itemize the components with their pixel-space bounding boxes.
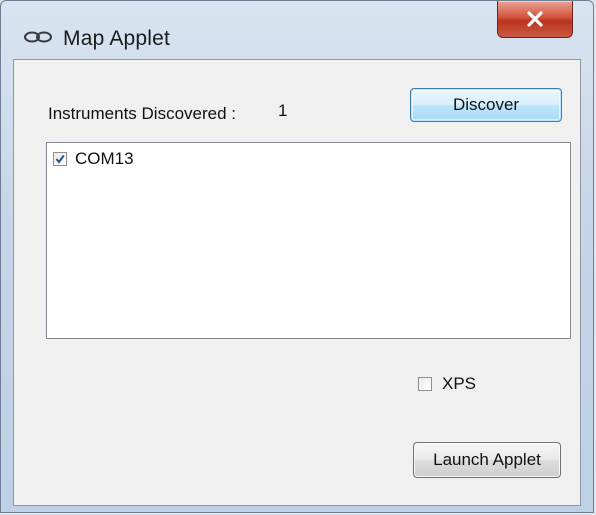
xps-option[interactable]: XPS [418, 374, 476, 394]
close-x-icon [526, 11, 544, 27]
dialog-client-area: Instruments Discovered : 1 Discover COM1… [13, 59, 581, 506]
xps-label: XPS [442, 374, 477, 393]
list-item[interactable]: COM13 [53, 149, 134, 169]
window-title: Map Applet [63, 27, 171, 50]
instrument-listbox[interactable]: COM13 [46, 142, 571, 339]
instruments-discovered-label: Instruments Discovered : [48, 104, 237, 123]
close-button[interactable] [497, 1, 573, 38]
instruments-count: 1 [278, 101, 288, 120]
checkmark-icon [55, 154, 65, 164]
link-chain-icon [23, 29, 53, 45]
discover-button[interactable]: Discover [410, 88, 562, 122]
title-bar[interactable]: Map Applet [1, 1, 593, 59]
list-item-label: COM13 [75, 149, 134, 168]
com13-checkbox[interactable] [53, 152, 67, 166]
map-applet-window: Map Applet Instruments Discovered : 1 Di… [0, 0, 594, 513]
launch-applet-button[interactable]: Launch Applet [413, 442, 561, 478]
xps-checkbox[interactable] [418, 377, 432, 391]
